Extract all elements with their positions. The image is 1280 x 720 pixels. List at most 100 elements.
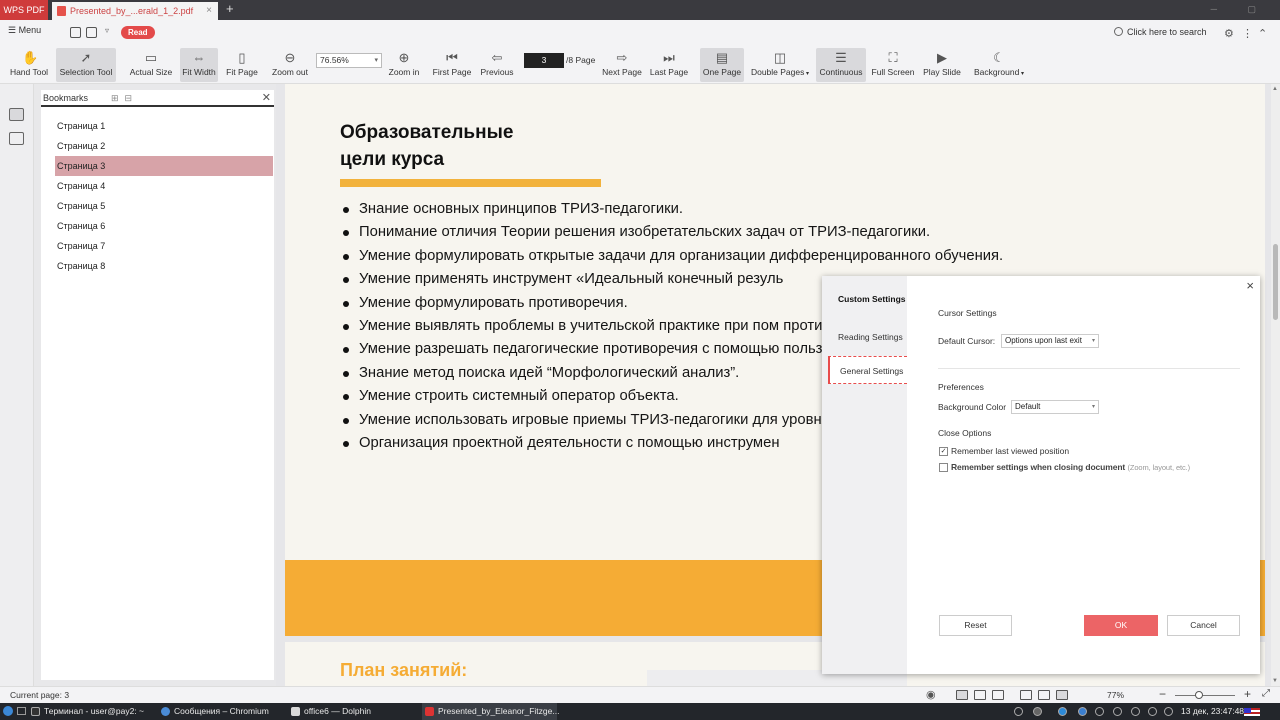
remember-settings-checkbox[interactable]: [939, 463, 948, 472]
background-color-select[interactable]: Default ▾: [1011, 400, 1099, 414]
last-page-icon: ⏭: [663, 50, 675, 65]
arrow-right-icon: ⇨: [616, 50, 628, 65]
eye-icon[interactable]: ◉: [926, 688, 936, 701]
print-icon[interactable]: [86, 27, 97, 38]
fit-width-status-icon[interactable]: [1038, 690, 1050, 700]
background-button[interactable]: ☾ Background ▾: [970, 48, 1028, 82]
zoom-select[interactable]: 76.56% ▾: [316, 53, 382, 68]
desktop-icon[interactable]: [17, 707, 26, 715]
play-slide-button[interactable]: ▶ Play Slide: [920, 48, 964, 82]
next-page-button[interactable]: ⇨ Next Page: [600, 48, 644, 82]
bookmark-item[interactable]: Страница 3: [55, 156, 273, 176]
expand-icon[interactable]: ⤢: [1262, 688, 1270, 699]
menu-button[interactable]: ☰ Menu: [8, 25, 41, 36]
close-tab-icon[interactable]: ×: [206, 2, 212, 20]
taskbar-item-terminal[interactable]: Терминал - user@pay2: ~: [28, 703, 158, 720]
taskbar-item-dolphin[interactable]: office6 — Dolphin: [288, 703, 420, 720]
reset-button[interactable]: Reset: [939, 615, 1012, 636]
bluetooth-icon[interactable]: [1131, 707, 1140, 716]
fit-width-icon: ⇔: [192, 50, 206, 65]
app-label[interactable]: WPS PDF: [0, 0, 48, 20]
zoom-slider-track[interactable]: [1175, 695, 1235, 696]
clipboard-icon[interactable]: [1113, 707, 1122, 716]
nav-custom-settings[interactable]: Custom Settings: [828, 285, 907, 313]
first-page-button[interactable]: ⏮ First Page: [430, 48, 474, 82]
bookmark-tools-icon[interactable]: ⊞⊟: [111, 90, 138, 107]
actual-size-status-icon[interactable]: [1056, 690, 1068, 700]
network-icon[interactable]: [1164, 707, 1173, 716]
bookmark-item[interactable]: Страница 8: [55, 256, 273, 276]
update-icon[interactable]: [1095, 707, 1104, 716]
nav-reading-settings[interactable]: Reading Settings: [828, 323, 907, 351]
bookmark-item[interactable]: Страница 6: [55, 216, 273, 236]
terminal-icon: [31, 707, 40, 716]
window-controls[interactable]: ─ ▢: [1211, 4, 1270, 15]
vertical-scrollbar[interactable]: ▲ ▼: [1271, 84, 1280, 686]
fit-page-status-icon[interactable]: [1020, 690, 1032, 700]
scroll-thumb[interactable]: [1273, 244, 1278, 320]
page-total: /8 Page: [566, 55, 596, 65]
taskbar-item-wps[interactable]: Presented_by_Eleanor_Fitzge...: [422, 703, 559, 720]
cancel-button[interactable]: Cancel: [1167, 615, 1240, 636]
fit-page-button[interactable]: ▯ Fit Page: [224, 48, 260, 82]
background-color-label: Background Color: [938, 402, 1007, 412]
zoom-out-button[interactable]: ⊖ Zoom out: [268, 48, 312, 82]
telegram-icon[interactable]: [1058, 707, 1067, 716]
tray-icon[interactable]: [1014, 707, 1023, 716]
zoom-out-status-icon[interactable]: −: [1159, 687, 1166, 701]
read-button[interactable]: Read: [121, 26, 155, 39]
fit-width-button[interactable]: ⇔ Fit Width: [180, 48, 218, 82]
one-page-view-icon[interactable]: [974, 690, 986, 700]
scroll-up-icon[interactable]: ▲: [1272, 86, 1278, 92]
taskbar-item-chromium[interactable]: Сообщения – Chromium: [158, 703, 286, 720]
scroll-down-icon[interactable]: ▼: [1272, 678, 1278, 684]
chromium-tray-icon[interactable]: [1078, 707, 1087, 716]
zoom-in-status-icon[interactable]: +: [1244, 687, 1251, 701]
one-page-button[interactable]: ▤ One Page: [700, 48, 744, 82]
previous-button[interactable]: ⇦ Previous: [478, 48, 516, 82]
double-pages-button[interactable]: ◫ Double Pages ▾: [750, 48, 810, 82]
first-page-icon: ⏮: [446, 50, 458, 65]
full-screen-button[interactable]: ⛶ Full Screen: [870, 48, 916, 82]
thumbnails-panel-icon[interactable]: [9, 132, 24, 145]
close-icon[interactable]: ✕: [262, 90, 271, 107]
keyboard-layout-flag-icon[interactable]: [1244, 708, 1260, 716]
bookmark-item[interactable]: Страница 1: [55, 116, 273, 136]
last-page-button[interactable]: ⏭ Last Page: [648, 48, 690, 82]
hand-tool-button[interactable]: ✋ Hand Tool: [6, 48, 52, 82]
first-page-label: First Page: [432, 67, 472, 77]
start-menu-icon[interactable]: [3, 706, 13, 716]
fit-width-label: Fit Width: [182, 67, 216, 77]
selection-tool-button[interactable]: ➚ Selection Tool: [56, 48, 116, 82]
new-tab-icon[interactable]: +: [226, 1, 234, 16]
zoom-slider-handle[interactable]: [1195, 691, 1203, 699]
document-tab[interactable]: Presented_by_...erald_1_2.pdf ×: [52, 2, 218, 20]
volume-icon[interactable]: [1148, 707, 1157, 716]
search-box[interactable]: Click here to search: [1114, 27, 1207, 37]
gear-icon[interactable]: ⚙: [1224, 27, 1234, 40]
zoom-in-button[interactable]: ⊕ Zoom in: [384, 48, 424, 82]
actual-size-button[interactable]: ▭ Actual Size: [128, 48, 174, 82]
preferences-heading: Preferences: [938, 382, 984, 392]
double-pages-label: Double Pages: [750, 67, 805, 77]
toolbar: ✋ Hand Tool ➚ Selection Tool ▭ Actual Size …: [0, 46, 1280, 84]
bookmark-item[interactable]: Страница 7: [55, 236, 273, 256]
bookmark-item[interactable]: Страница 2: [55, 136, 273, 156]
page-number-input[interactable]: 3: [524, 53, 564, 68]
default-cursor-select[interactable]: Options upon last exit ▾: [1001, 334, 1099, 348]
ok-button[interactable]: OK: [1084, 615, 1158, 636]
tray-icon[interactable]: [1033, 707, 1042, 716]
double-page-view-icon[interactable]: [992, 690, 1004, 700]
more-icon[interactable]: ⋮: [1242, 27, 1253, 40]
collapse-icon[interactable]: ⌃: [1258, 27, 1267, 40]
bookmarks-panel-icon[interactable]: [9, 108, 24, 121]
continuous-button[interactable]: ☰ Continuous: [816, 48, 866, 82]
remember-position-checkbox[interactable]: ✓: [939, 447, 948, 456]
open-icon[interactable]: [70, 27, 81, 38]
nav-general-settings[interactable]: General Settings: [828, 356, 907, 384]
chevron-down-icon[interactable]: ▿: [105, 26, 109, 35]
bookmark-item[interactable]: Страница 4: [55, 176, 273, 196]
taskbar-label: Сообщения – Chromium: [174, 706, 269, 716]
bookmark-item[interactable]: Страница 5: [55, 196, 273, 216]
single-page-view-icon[interactable]: [956, 690, 968, 700]
